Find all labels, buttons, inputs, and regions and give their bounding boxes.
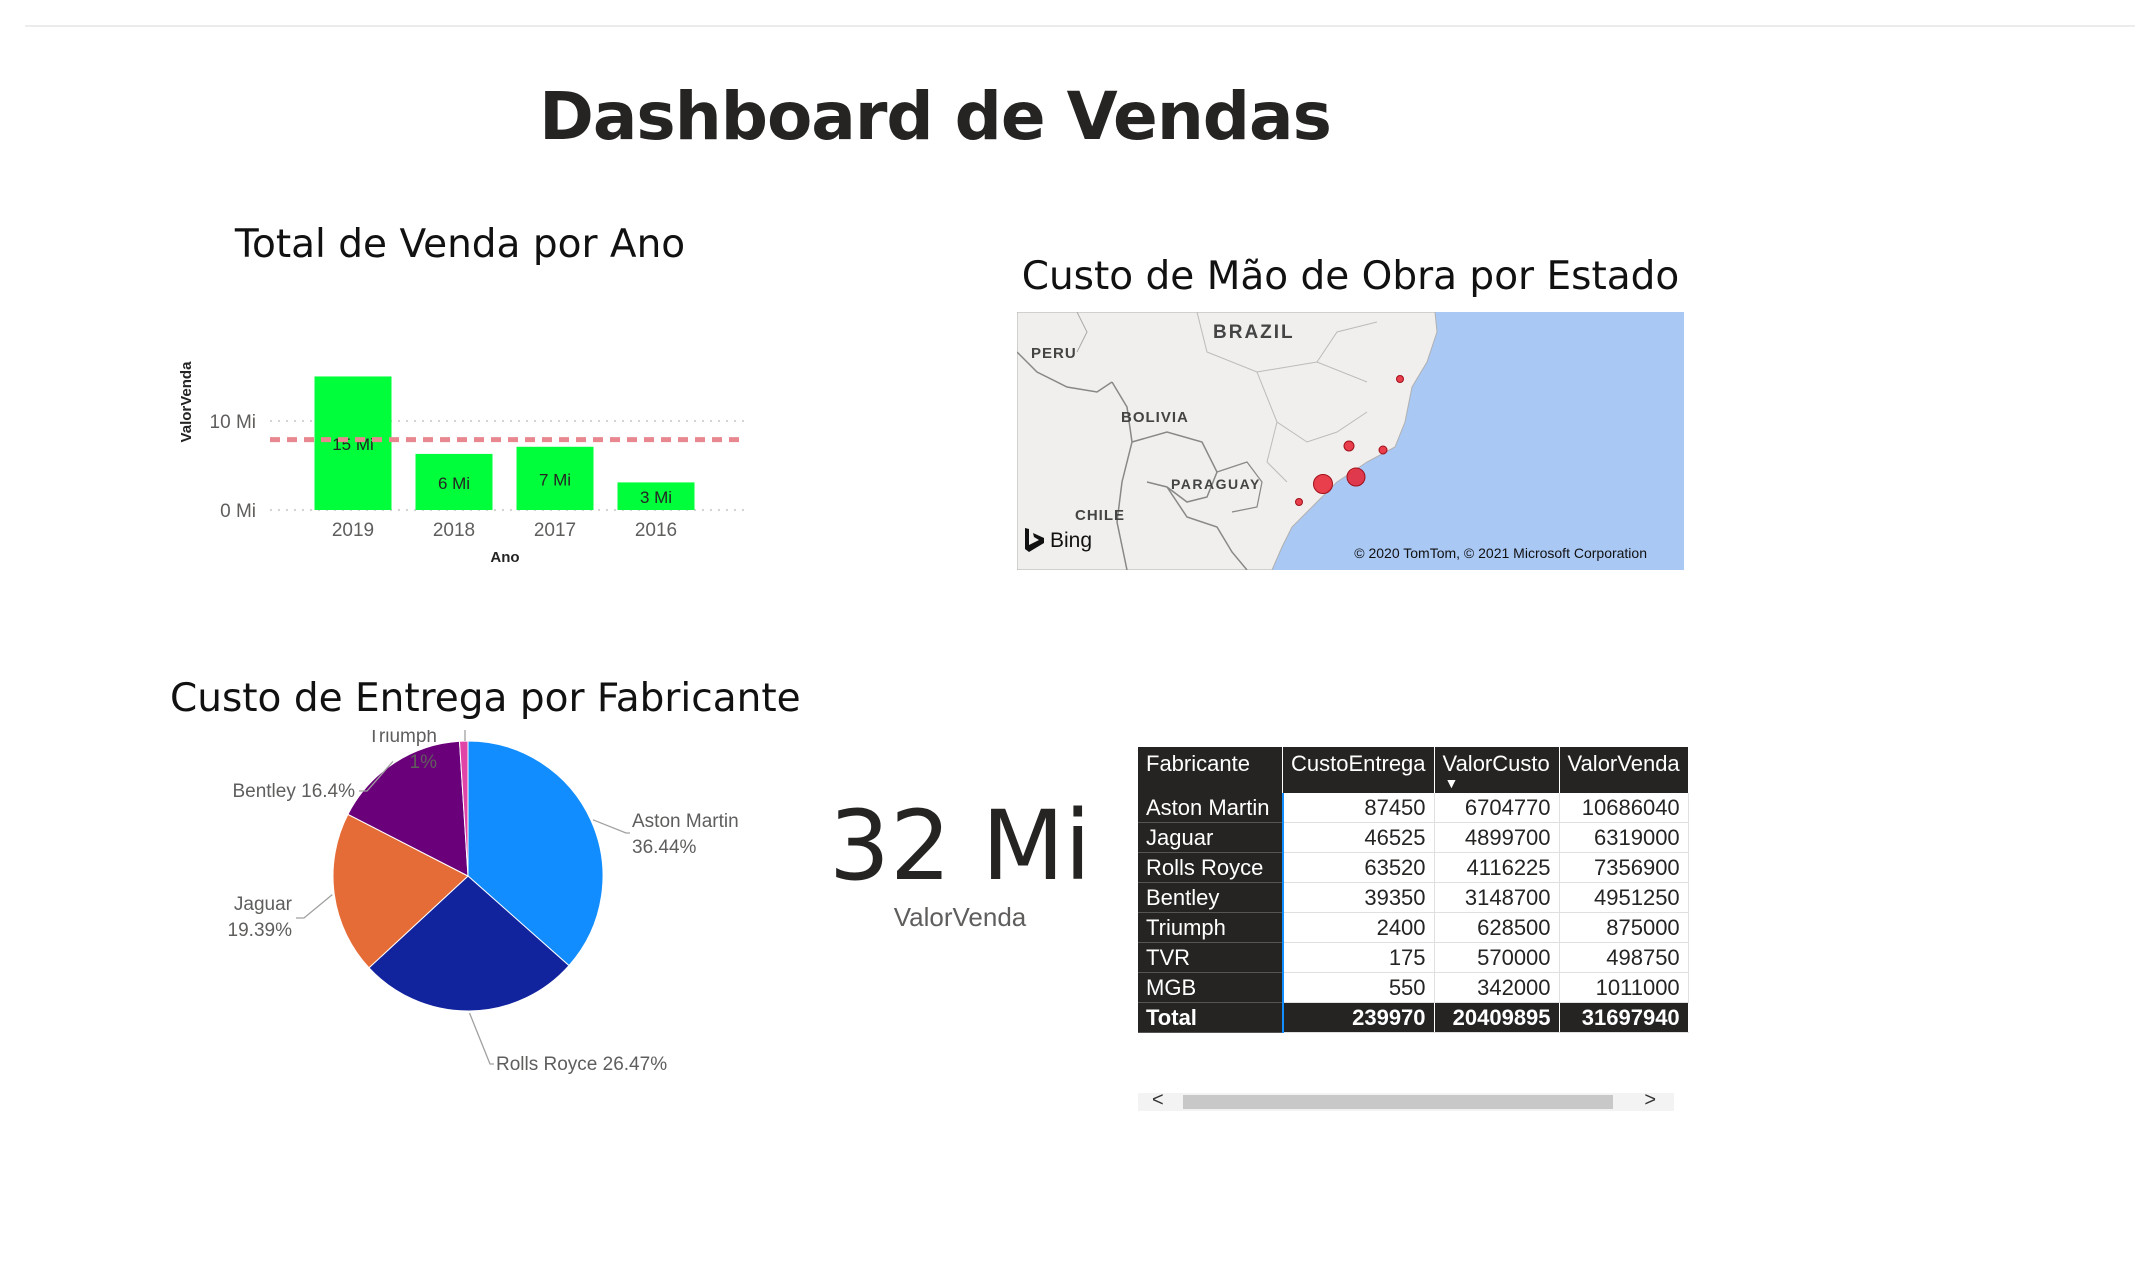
- table-cell-value: 2400: [1282, 912, 1435, 943]
- map-canvas[interactable]: BRAZIL PERU BOLIVIA PARAGUAY CHILE Bing …: [1017, 312, 1684, 570]
- table-cell-fabricante: Aston Martin: [1138, 793, 1284, 823]
- total-value: 20409895: [1434, 1002, 1560, 1033]
- column-header-valorcusto-label: ValorCusto: [1442, 751, 1550, 776]
- table-cell-value: 550: [1282, 972, 1435, 1003]
- pie-label: Bentley 16.4%: [232, 781, 355, 802]
- bar-data-label: 6 Mi: [438, 474, 470, 493]
- map-label-chile: CHILE: [1075, 507, 1125, 524]
- table-row[interactable]: TVR 175 570000 498750: [1138, 942, 1689, 973]
- caret-down-icon[interactable]: ▼: [1445, 775, 1459, 791]
- table-row[interactable]: Triumph 2400 628500 875000: [1138, 912, 1689, 943]
- bar-chart[interactable]: 0 Mi10 Mi15 Mi20196 Mi20187 Mi20173 Mi20…: [170, 300, 760, 580]
- table-row[interactable]: Aston Martin 87450 6704770 10686040: [1138, 793, 1689, 823]
- column-header-valorvenda[interactable]: ValorVenda: [1559, 747, 1689, 793]
- x-tick-label: 2018: [433, 520, 475, 541]
- table-cell-value: 6319000: [1559, 822, 1689, 853]
- table-cell-value: 39350: [1282, 882, 1435, 913]
- table-cell-value: 628500: [1434, 912, 1560, 943]
- pie-label: Rolls Royce 26.47%: [496, 1054, 667, 1075]
- pie-label-name: Aston Martin: [632, 811, 739, 832]
- map-label-bolivia: BOLIVIA: [1121, 409, 1189, 426]
- column-header-fabricante[interactable]: Fabricante: [1138, 747, 1283, 793]
- pie-label-name: Jaguar: [234, 894, 293, 915]
- table-row[interactable]: Bentley 39350 3148700 4951250: [1138, 882, 1689, 913]
- column-header-custoentrega[interactable]: CustoEntrega: [1282, 747, 1435, 793]
- leader-line: [592, 819, 630, 834]
- scroll-right-icon[interactable]: >: [1644, 1089, 1656, 1112]
- x-tick-label: 2017: [534, 520, 576, 541]
- bar-chart-title: Total de Venda por Ano: [234, 222, 686, 267]
- map-bubble[interactable]: [1346, 467, 1366, 487]
- map-copyright: © 2020 TomTom, © 2021 Microsoft Corporat…: [1354, 545, 1647, 561]
- map-bubble[interactable]: [1343, 440, 1355, 452]
- map-title: Custo de Mão de Obra por Estado: [1021, 254, 1680, 299]
- map-label-brazil: BRAZIL: [1213, 322, 1295, 343]
- table-row[interactable]: Rolls Royce 63520 4116225 7356900: [1138, 852, 1689, 883]
- scroll-left-icon[interactable]: <: [1152, 1089, 1164, 1112]
- x-axis-title: Ano: [490, 549, 519, 566]
- x-tick-label: 2019: [332, 520, 374, 541]
- table-cell-fabricante: TVR: [1138, 942, 1284, 973]
- horizontal-scrollbar[interactable]: < >: [1138, 1089, 1674, 1111]
- table-cell-value: 4899700: [1434, 822, 1560, 853]
- total-label: Total: [1138, 1002, 1284, 1033]
- pie-label-value: 36.44%: [632, 837, 697, 858]
- table-cell-value: 3148700: [1434, 882, 1560, 913]
- map-bubble[interactable]: [1396, 375, 1404, 383]
- y-axis-title: ValorVenda: [178, 361, 195, 443]
- table-cell-value: 875000: [1559, 912, 1689, 943]
- table-cell-fabricante: Jaguar: [1138, 822, 1284, 853]
- table-cell-value: 570000: [1434, 942, 1560, 973]
- y-tick-label: 0 Mi: [220, 501, 256, 522]
- data-table[interactable]: Fabricante CustoEntrega ValorCusto ▼ Valo…: [1138, 747, 1689, 1033]
- leader-line: [464, 730, 466, 741]
- map-label-peru: PERU: [1031, 345, 1077, 362]
- table-header-row: Fabricante CustoEntrega ValorCusto ▼ Valo…: [1138, 747, 1689, 793]
- bar-data-label: 7 Mi: [539, 470, 571, 489]
- map-visual[interactable]: BRAZIL PERU BOLIVIA PARAGUAY CHILE Bing …: [1017, 312, 1684, 570]
- total-value: 239970: [1282, 1002, 1435, 1033]
- pie-chart[interactable]: Aston Martin 36.44% Rolls Royce 26.47% Jagu…: [200, 730, 800, 1080]
- card-value: 32 Mi: [828, 790, 1092, 902]
- scrollbar-thumb[interactable]: [1183, 1095, 1613, 1109]
- table-total-row: Total 239970 20409895 31697940: [1138, 1002, 1689, 1033]
- table-cell-value: 342000: [1434, 972, 1560, 1003]
- table-cell-value: 1011000: [1559, 972, 1689, 1003]
- table-cell-value: 63520: [1282, 852, 1435, 883]
- leader-line: [468, 1012, 494, 1065]
- table-cell-fabricante: Bentley: [1138, 882, 1284, 913]
- table-cell-value: 4116225: [1434, 852, 1560, 883]
- table-row[interactable]: MGB 550 342000 1011000: [1138, 972, 1689, 1003]
- table-cell-fabricante: MGB: [1138, 972, 1284, 1003]
- table-cell-value: 498750: [1559, 942, 1689, 973]
- table-cell-value: 6704770: [1434, 793, 1560, 823]
- y-tick-label: 10 Mi: [210, 412, 256, 433]
- table-cell-fabricante: Rolls Royce: [1138, 852, 1284, 883]
- table-cell-value: 4951250: [1559, 882, 1689, 913]
- table-cell-value: 46525: [1282, 822, 1435, 853]
- map-label-paraguay: PARAGUAY: [1171, 476, 1261, 492]
- x-tick-label: 2016: [635, 520, 677, 541]
- top-divider: [25, 25, 2135, 27]
- map-bubble[interactable]: [1378, 445, 1388, 455]
- bar-data-label: 3 Mi: [640, 488, 672, 507]
- table-cell-value: 10686040: [1559, 793, 1689, 823]
- leader-line: [296, 894, 333, 919]
- column-header-valorcusto[interactable]: ValorCusto ▼: [1434, 747, 1560, 793]
- bing-label: Bing: [1050, 529, 1092, 552]
- table-cell-value: 175: [1282, 942, 1435, 973]
- map-bubble[interactable]: [1313, 474, 1333, 494]
- pie-label-value: 19.39%: [228, 920, 293, 941]
- pie-label-name: Triumph: [368, 730, 437, 747]
- table-cell-fabricante: Triumph: [1138, 912, 1284, 943]
- total-value: 31697940: [1559, 1002, 1689, 1033]
- pie-chart-title: Custo de Entrega por Fabricante: [170, 676, 801, 721]
- pie-label-value: 1%: [410, 752, 438, 773]
- card-label: ValorVenda: [893, 902, 1027, 932]
- table-cell-value: 87450: [1282, 793, 1435, 823]
- map-bubble[interactable]: [1295, 498, 1303, 506]
- page-title: Dashboard de Vendas: [539, 78, 1332, 155]
- table-cell-value: 7356900: [1559, 852, 1689, 883]
- table-row[interactable]: Jaguar 46525 4899700 6319000: [1138, 822, 1689, 853]
